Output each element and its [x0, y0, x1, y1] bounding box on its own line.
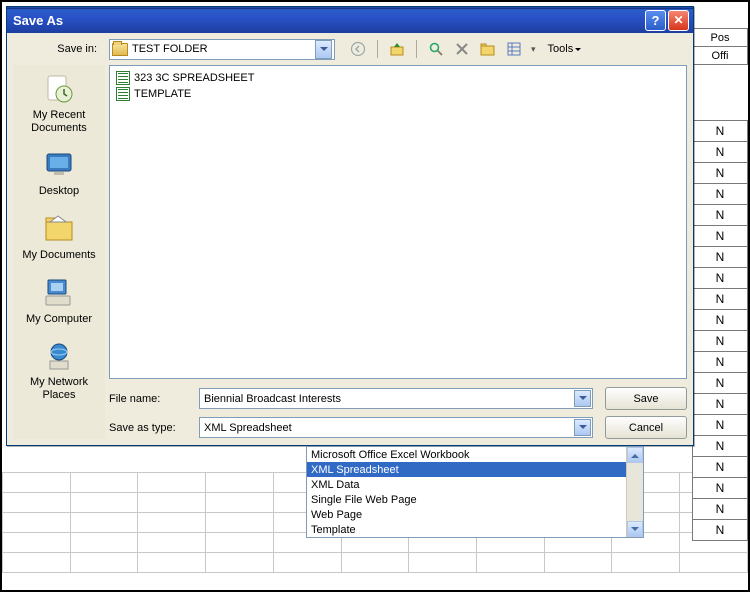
cell-n: N	[693, 520, 748, 541]
save-in-row: Save in: TEST FOLDER	[7, 33, 693, 65]
save-button[interactable]: Save	[605, 387, 687, 410]
background-right-columns: Pos Offi N N N N N N N N N N N N N N N N…	[692, 28, 748, 541]
back-icon[interactable]	[349, 40, 367, 58]
place-recent-documents[interactable]: My Recent Documents	[17, 67, 101, 141]
dialog-toolbar: ▾ Tools	[349, 40, 581, 58]
place-desktop[interactable]: Desktop	[17, 143, 101, 205]
filetype-option-selected[interactable]: XML Spreadsheet	[307, 462, 643, 477]
cell-n: N	[693, 142, 748, 163]
window-title: Save As	[13, 13, 63, 28]
place-label: My Network Places	[18, 376, 100, 401]
cell-n: N	[693, 121, 748, 142]
filetype-value: XML Spreadsheet	[204, 422, 292, 434]
scroll-down-icon[interactable]	[627, 521, 643, 537]
cell-n: N	[693, 268, 748, 289]
dropdown-scrollbar[interactable]	[626, 447, 643, 537]
cell-n: N	[693, 205, 748, 226]
save-as-dialog: Save As ? ✕ Save in: TEST FOLDER	[6, 6, 694, 446]
place-network-places[interactable]: My Network Places	[17, 334, 101, 408]
file-name: 323 3C SPREADSHEET	[134, 72, 254, 84]
cell-n: N	[693, 184, 748, 205]
delete-icon[interactable]	[453, 40, 471, 58]
cell-n: N	[693, 226, 748, 247]
filetype-option[interactable]: Template	[307, 522, 643, 537]
cell-n: N	[693, 247, 748, 268]
cell-n: N	[693, 436, 748, 457]
place-label: My Recent Documents	[18, 109, 100, 134]
filename-label: File name:	[109, 393, 193, 405]
search-icon[interactable]	[427, 40, 445, 58]
folder-icon	[112, 43, 128, 56]
my-computer-icon	[42, 276, 76, 310]
place-my-documents[interactable]: My Documents	[17, 207, 101, 269]
cell-n: N	[693, 331, 748, 352]
views-icon[interactable]	[505, 40, 523, 58]
dropdown-button-icon[interactable]	[315, 40, 332, 59]
filetype-option[interactable]: XML Data	[307, 477, 643, 492]
save-in-folder-name: TEST FOLDER	[132, 43, 208, 55]
tools-menu[interactable]: Tools	[548, 43, 582, 55]
cell-n: N	[693, 310, 748, 331]
file-item[interactable]: TEMPLATE	[114, 86, 682, 102]
filetype-dropdown-button-icon[interactable]	[574, 419, 591, 436]
cell-n: N	[693, 289, 748, 310]
filetype-dropdown[interactable]: XML Spreadsheet	[199, 417, 593, 438]
cell-n: N	[693, 163, 748, 184]
excel-file-icon	[116, 87, 130, 101]
cell-n: N	[693, 352, 748, 373]
cell-n: N	[693, 373, 748, 394]
places-bar: My Recent Documents Desktop My Documents	[13, 65, 105, 439]
my-documents-icon	[42, 212, 76, 246]
close-button[interactable]: ✕	[668, 10, 689, 31]
help-button[interactable]: ?	[645, 10, 666, 31]
cell-n: N	[693, 457, 748, 478]
save-in-dropdown[interactable]: TEST FOLDER	[109, 39, 335, 60]
close-icon: ✕	[673, 13, 683, 27]
place-label: My Computer	[26, 313, 92, 326]
desktop-icon	[42, 148, 76, 182]
place-label: Desktop	[39, 185, 79, 198]
network-places-icon	[42, 339, 76, 373]
file-item[interactable]: 323 3C SPREADSHEET	[114, 70, 682, 86]
filetype-label: Save as type:	[109, 422, 193, 434]
file-list[interactable]: 323 3C SPREADSHEET TEMPLATE	[109, 65, 687, 379]
filetype-option[interactable]: Microsoft Office Excel Workbook	[307, 447, 643, 462]
file-name: TEMPLATE	[134, 88, 191, 100]
titlebar[interactable]: Save As ? ✕	[7, 7, 693, 33]
cancel-button[interactable]: Cancel	[605, 416, 687, 439]
save-in-label: Save in:	[13, 43, 103, 55]
col-header-offi: Offi	[693, 47, 748, 65]
tools-label: Tools	[548, 43, 574, 55]
scroll-up-icon[interactable]	[627, 447, 643, 463]
filename-input[interactable]: Biennial Broadcast Interests	[199, 388, 593, 409]
filename-value: Biennial Broadcast Interests	[204, 393, 341, 405]
place-label: My Documents	[22, 249, 95, 262]
filetype-dropdown-list[interactable]: Microsoft Office Excel Workbook XML Spre…	[306, 446, 644, 538]
cell-n: N	[693, 478, 748, 499]
excel-file-icon	[116, 71, 130, 85]
recent-documents-icon	[42, 72, 76, 106]
up-one-level-icon[interactable]	[388, 40, 406, 58]
filetype-option[interactable]: Single File Web Page	[307, 492, 643, 507]
place-my-computer[interactable]: My Computer	[17, 271, 101, 333]
cell-n: N	[693, 499, 748, 520]
col-header-pos: Pos	[693, 29, 748, 47]
new-folder-icon[interactable]	[479, 40, 497, 58]
cell-n: N	[693, 394, 748, 415]
cell-n: N	[693, 415, 748, 436]
filename-history-dropdown-icon[interactable]	[574, 390, 591, 407]
filetype-option[interactable]: Web Page	[307, 507, 643, 522]
